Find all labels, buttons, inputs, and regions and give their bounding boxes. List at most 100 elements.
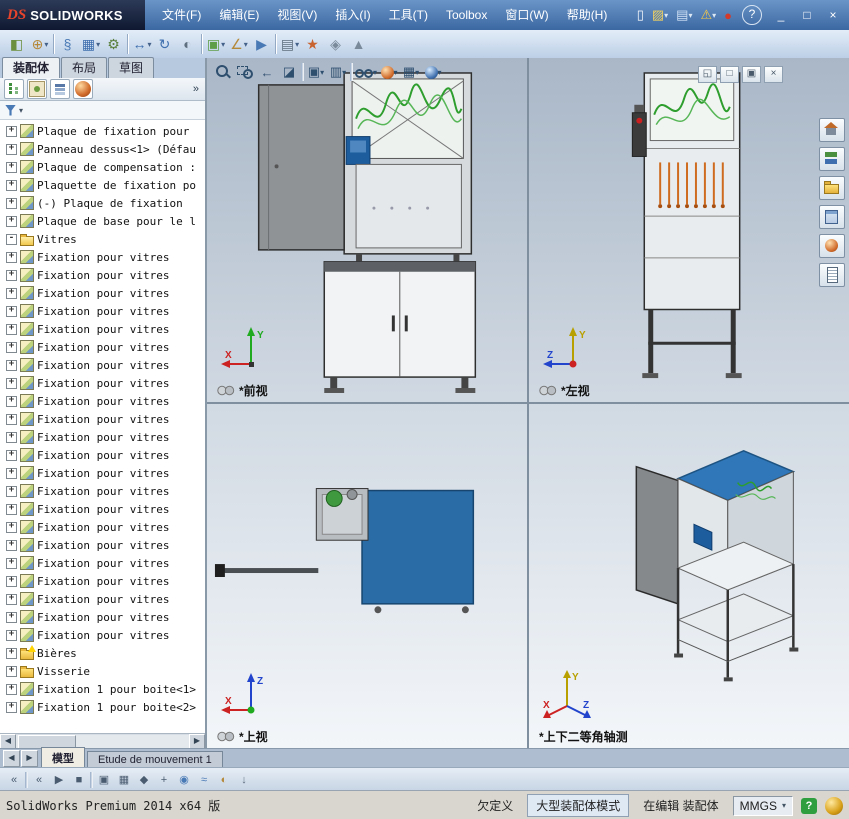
interference-detection-icon[interactable]: ◈ [325,33,347,55]
move-component-icon[interactable]: ↔ ▾ [131,33,153,55]
exploded-view-icon[interactable]: ★ [302,33,324,55]
viewport-isometric[interactable]: Y X Z *上下二等角轴测 [529,404,849,748]
units-selector[interactable]: MMGS ▾ [732,795,793,816]
tree-item[interactable]: + Fixation pour vitres [0,518,205,536]
sheet-scroll-right-button[interactable]: ▶ [21,750,38,767]
linear-component-pattern-icon[interactable]: ▦ ▾ [80,33,102,55]
tree-item[interactable]: + Fixation pour vitres [0,482,205,500]
tree-item[interactable]: + Plaque de compensation : [0,158,205,176]
section-view-icon[interactable]: ◪ [279,61,299,83]
open-icon[interactable]: ▨ ▾ [649,4,671,26]
menu-insert[interactable]: 插入(I) [326,0,379,30]
add-key-icon[interactable]: + [155,771,173,789]
expand-toggle-icon[interactable]: + [6,521,17,533]
help-button[interactable]: ? [742,5,762,25]
save-icon[interactable]: ▤ ▾ [673,4,695,26]
tree-item[interactable]: + Panneau dessus<1> (Défau [0,140,205,158]
solidworks-resources-tab-icon[interactable] [819,147,845,171]
quick-tips-help-button[interactable]: ? [801,797,817,814]
new-motion-study-icon[interactable]: ▶ [251,33,273,55]
expand-toggle-icon[interactable]: + [6,125,17,137]
tab-model[interactable]: 模型 [41,747,85,768]
tree-item[interactable]: + Fixation pour vitres [0,626,205,644]
tree-item[interactable]: + Fixation pour vitres [0,392,205,410]
expand-toggle-icon[interactable]: + [6,449,17,461]
graphics-area[interactable]: Y X *前视 Y Z *左视 Z X *上视 Y X Z *上下二等角轴测 ←… [207,58,849,748]
tree-item[interactable]: + Fixation pour vitres [0,554,205,572]
rotate-component-icon[interactable]: ↻ [154,33,176,55]
play-icon[interactable]: ▶ [50,771,68,789]
smart-fasteners-icon[interactable]: ⚙ [103,33,125,55]
separator[interactable] [200,34,204,54]
expand-toggle-icon[interactable]: + [6,359,17,371]
separator[interactable] [25,771,28,788]
collapse-motionmanager-icon[interactable]: « [5,771,23,789]
menu-window[interactable]: 窗口(W) [496,0,557,30]
featuremanager-tab-icon[interactable] [4,79,24,99]
home-tab-icon[interactable] [819,118,845,142]
spring-icon[interactable]: ≈ [195,771,213,789]
play-from-start-icon[interactable]: « [30,771,48,789]
expand-toggle-icon[interactable]: + [6,341,17,353]
animation-wizard-icon[interactable]: ▦ [115,771,133,789]
separator[interactable] [52,34,56,54]
scroll-right-button[interactable]: ▶ [189,733,205,749]
expand-toggle-icon[interactable]: + [6,701,17,713]
expand-toggle-icon[interactable]: + [6,395,17,407]
viewport-front[interactable]: Y X *前视 [207,58,527,402]
assembly-features-icon[interactable]: ▣ ▾ [205,33,227,55]
mate-icon[interactable]: § [57,33,79,55]
tree-item[interactable]: + Fixation pour vitres [0,410,205,428]
tree-item[interactable]: + Fixation pour vitres [0,284,205,302]
large-assembly-mode-indicator[interactable]: 大型装配体模式 [527,794,630,817]
expand-toggle-icon[interactable]: + [6,287,17,299]
displaymanager-tab-icon[interactable] [73,79,93,99]
expand-toggle-icon[interactable]: + [6,431,17,443]
edit-component-icon[interactable]: ◧ [6,33,28,55]
zoom-to-area-icon[interactable] [235,61,255,83]
minimize-button[interactable]: _ [769,5,793,25]
expand-toggle-icon[interactable]: + [6,215,17,227]
zoom-fit-icon[interactable] [213,61,233,83]
tab-layout[interactable]: 布局 [61,57,108,78]
isolate-icon[interactable]: ▲ [348,33,370,55]
expand-toggle-icon[interactable]: + [6,323,17,335]
expand-toggle-icon[interactable]: + [6,413,17,425]
tree-item[interactable]: + Fixation pour vitres [0,464,205,482]
configurationmanager-tab-icon[interactable] [50,79,70,99]
tree-item[interactable]: + (-) Plaque de fixation [0,194,205,212]
reference-geometry-icon[interactable]: ∠ ▾ [228,33,250,55]
custom-properties-tab-icon[interactable] [819,263,845,287]
tree-item[interactable]: + Plaque de base pour le l [0,212,205,230]
tree-item[interactable]: + Fixation pour vitres [0,302,205,320]
gravity-icon[interactable]: ↓ [235,771,253,789]
view-settings-icon[interactable]: ▾ [423,61,443,83]
separator[interactable] [126,34,130,54]
restore-button[interactable]: □ [795,5,819,25]
resources-ball-icon[interactable] [825,796,843,815]
expand-toggle-icon[interactable]: + [6,647,17,659]
tree-item[interactable]: + Plaquette de fixation po [0,176,205,194]
auto-key-icon[interactable]: ◆ [135,771,153,789]
tree-item[interactable]: + Fixation pour vitres [0,500,205,518]
tree-item[interactable]: + Fixation pour vitres [0,320,205,338]
motor-icon[interactable]: ◉ [175,771,193,789]
tree-item[interactable]: - Vitres [0,230,205,248]
expand-toggle-icon[interactable]: + [6,197,17,209]
viewport-top[interactable]: Z X *上视 [207,404,527,748]
sheet-scroll-left-button[interactable]: ◀ [3,750,20,767]
expand-toggle-icon[interactable]: + [6,467,17,479]
previous-view-icon[interactable]: ← [257,61,277,83]
expand-toggle-icon[interactable]: + [6,629,17,641]
expand-toggle-icon[interactable]: + [6,539,17,551]
expand-toggle-icon[interactable]: + [6,251,17,263]
tree-item[interactable]: + Bières [0,644,205,662]
menu-toolbox[interactable]: Toolbox [437,0,496,30]
appearances-scenes-tab-icon[interactable] [819,234,845,258]
tree-item[interactable]: + Fixation pour vitres [0,536,205,554]
edit-appearance-icon[interactable]: ▾ [379,61,399,83]
tree-item[interactable]: + Fixation pour vitres [0,608,205,626]
viewport-maximize-icon[interactable]: □ [720,66,739,83]
apply-scene-icon[interactable]: ▦ ▾ [401,61,421,83]
menu-help[interactable]: 帮助(H) [558,0,617,30]
